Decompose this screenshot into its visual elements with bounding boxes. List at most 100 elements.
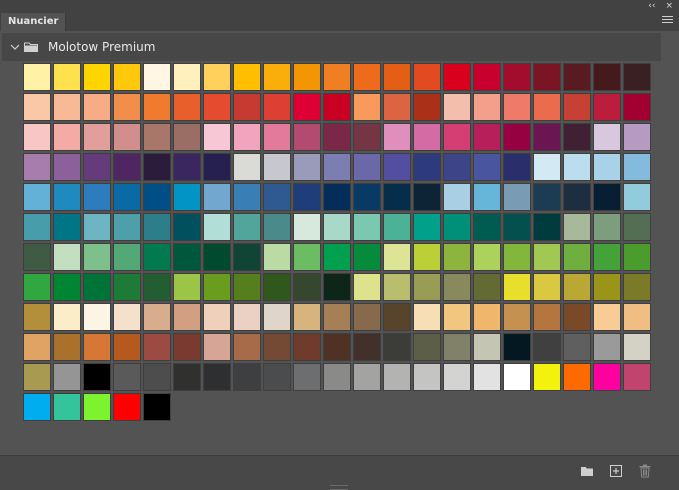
color-swatch[interactable] [53, 393, 81, 421]
color-swatch[interactable] [323, 243, 351, 271]
color-swatch[interactable] [23, 303, 51, 331]
color-swatch[interactable] [173, 63, 201, 91]
color-swatch[interactable] [263, 63, 291, 91]
color-swatch[interactable] [83, 273, 111, 301]
color-swatch[interactable] [143, 93, 171, 121]
color-swatch[interactable] [443, 153, 471, 181]
color-swatch[interactable] [533, 303, 561, 331]
color-swatch[interactable] [53, 333, 81, 361]
color-swatch[interactable] [23, 213, 51, 241]
color-swatch[interactable] [173, 123, 201, 151]
color-swatch[interactable] [473, 93, 501, 121]
color-swatch[interactable] [563, 213, 591, 241]
color-swatch[interactable] [263, 93, 291, 121]
color-swatch[interactable] [113, 213, 141, 241]
color-swatch[interactable] [233, 363, 261, 391]
color-swatch[interactable] [413, 183, 441, 211]
color-swatch[interactable] [533, 333, 561, 361]
color-swatch[interactable] [203, 213, 231, 241]
color-swatch[interactable] [173, 303, 201, 331]
color-swatch[interactable] [443, 333, 471, 361]
color-swatch[interactable] [533, 123, 561, 151]
color-swatch[interactable] [563, 243, 591, 271]
chevron-down-icon[interactable] [10, 43, 20, 51]
color-swatch[interactable] [533, 93, 561, 121]
color-swatch[interactable] [113, 273, 141, 301]
color-swatch[interactable] [143, 63, 171, 91]
color-swatch[interactable] [623, 273, 651, 301]
color-swatch[interactable] [113, 63, 141, 91]
color-swatch[interactable] [203, 333, 231, 361]
color-swatch[interactable] [23, 273, 51, 301]
color-swatch[interactable] [233, 243, 261, 271]
color-swatch[interactable] [443, 213, 471, 241]
color-swatch[interactable] [83, 333, 111, 361]
color-swatch[interactable] [143, 363, 171, 391]
color-swatch[interactable] [443, 123, 471, 151]
color-swatch[interactable] [83, 393, 111, 421]
color-swatch[interactable] [293, 63, 321, 91]
color-swatch[interactable] [623, 303, 651, 331]
color-swatch[interactable] [593, 93, 621, 121]
color-swatch[interactable] [23, 333, 51, 361]
color-swatch[interactable] [53, 363, 81, 391]
color-swatch[interactable] [353, 243, 381, 271]
color-swatch[interactable] [413, 333, 441, 361]
color-swatch[interactable] [83, 63, 111, 91]
color-swatch[interactable] [263, 303, 291, 331]
color-swatch[interactable] [53, 273, 81, 301]
color-swatch[interactable] [593, 243, 621, 271]
color-swatch[interactable] [593, 273, 621, 301]
color-swatch[interactable] [53, 153, 81, 181]
swatch-group-header[interactable]: Molotow Premium [2, 33, 661, 61]
color-swatch[interactable] [53, 303, 81, 331]
color-swatch[interactable] [563, 153, 591, 181]
color-swatch[interactable] [473, 273, 501, 301]
color-swatch[interactable] [23, 183, 51, 211]
color-swatch[interactable] [353, 63, 381, 91]
color-swatch[interactable] [323, 363, 351, 391]
color-swatch[interactable] [593, 333, 621, 361]
color-swatch[interactable] [83, 93, 111, 121]
color-swatch[interactable] [413, 303, 441, 331]
color-swatch[interactable] [233, 273, 261, 301]
color-swatch[interactable] [383, 153, 411, 181]
color-swatch[interactable] [563, 303, 591, 331]
color-swatch[interactable] [143, 153, 171, 181]
color-swatch[interactable] [173, 363, 201, 391]
color-swatch[interactable] [563, 273, 591, 301]
color-swatch[interactable] [443, 63, 471, 91]
color-swatch[interactable] [623, 123, 651, 151]
color-swatch[interactable] [23, 363, 51, 391]
color-swatch[interactable] [413, 153, 441, 181]
color-swatch[interactable] [143, 333, 171, 361]
color-swatch[interactable] [203, 183, 231, 211]
color-swatch[interactable] [173, 243, 201, 271]
color-swatch[interactable] [413, 273, 441, 301]
color-swatch[interactable] [323, 153, 351, 181]
color-swatch[interactable] [383, 213, 411, 241]
color-swatch[interactable] [173, 333, 201, 361]
color-swatch[interactable] [173, 93, 201, 121]
color-swatch[interactable] [563, 363, 591, 391]
color-swatch[interactable] [563, 183, 591, 211]
color-swatch[interactable] [593, 303, 621, 331]
color-swatch[interactable] [83, 123, 111, 151]
color-swatch[interactable] [563, 333, 591, 361]
color-swatch[interactable] [383, 183, 411, 211]
color-swatch[interactable] [293, 183, 321, 211]
color-swatch[interactable] [353, 213, 381, 241]
new-swatch-icon[interactable] [609, 464, 623, 478]
color-swatch[interactable] [593, 363, 621, 391]
color-swatch[interactable] [533, 63, 561, 91]
color-swatch[interactable] [593, 183, 621, 211]
color-swatch[interactable] [413, 63, 441, 91]
color-swatch[interactable] [533, 213, 561, 241]
color-swatch[interactable] [143, 273, 171, 301]
color-swatch[interactable] [593, 213, 621, 241]
color-swatch[interactable] [233, 213, 261, 241]
color-swatch[interactable] [323, 273, 351, 301]
color-swatch[interactable] [83, 183, 111, 211]
color-swatch[interactable] [263, 213, 291, 241]
color-swatch[interactable] [233, 93, 261, 121]
